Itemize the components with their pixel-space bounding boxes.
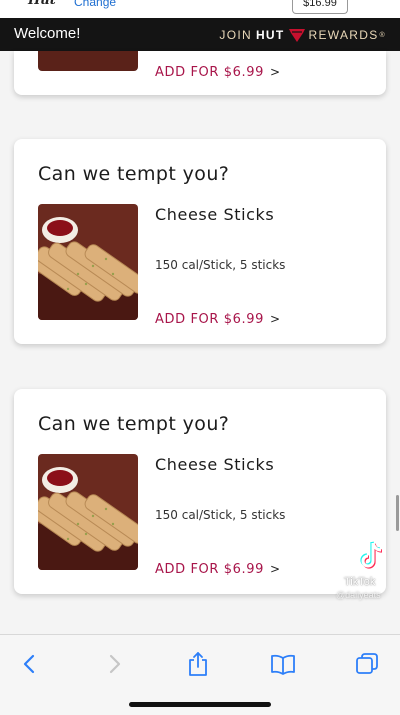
- upsell-card: Can we tempt you? Cheese Sticks 150 cal/…: [14, 389, 386, 594]
- product-name: Cheese Sticks: [155, 205, 275, 224]
- pizza-hut-logo: Hut: [28, 0, 56, 8]
- home-indicator: [129, 702, 271, 707]
- card-title: Can we tempt you?: [38, 413, 230, 435]
- forward-button[interactable]: [100, 649, 130, 679]
- product-name: Cheese Sticks: [155, 455, 275, 474]
- cheese-sticks-image: [38, 204, 138, 320]
- product-image-partial: [38, 51, 138, 71]
- add-to-order-link[interactable]: ADD FOR $6.99 >: [155, 65, 281, 80]
- cart-total-button[interactable]: $16.99: [292, 0, 348, 14]
- card-title: Can we tempt you?: [38, 163, 230, 185]
- bookmarks-icon: [271, 654, 295, 675]
- welcome-text: Welcome!: [14, 25, 81, 42]
- tabs-button[interactable]: [352, 649, 382, 679]
- add-link-text: ADD FOR $6.99: [155, 312, 264, 327]
- chevron-right-icon: >: [269, 65, 281, 79]
- forward-icon: [109, 654, 121, 674]
- add-link-text: ADD FOR $6.99: [155, 65, 264, 80]
- upsell-card-partial: ADD FOR $6.99 >: [14, 51, 386, 95]
- join-rewards-link[interactable]: JOIN HUT REWARDS ®: [219, 27, 386, 43]
- back-button[interactable]: [14, 649, 44, 679]
- tiktok-watermark: TikTok @dailyeats: [336, 540, 396, 604]
- share-button[interactable]: [183, 649, 213, 679]
- product-description: 150 cal/Stick, 5 sticks: [155, 258, 286, 272]
- rewards-header: Welcome! JOIN HUT REWARDS ®: [0, 18, 400, 51]
- rewards-hut-text: HUT: [255, 28, 285, 42]
- add-to-order-link[interactable]: ADD FOR $6.99 >: [155, 562, 281, 577]
- hut-roof-icon: [288, 29, 305, 42]
- bookmarks-button[interactable]: [268, 649, 298, 679]
- back-icon: [23, 654, 35, 674]
- top-partial-header: Hut Change $16.99: [0, 0, 400, 18]
- change-location-link[interactable]: Change: [74, 0, 116, 9]
- cheese-sticks-image: [38, 454, 138, 570]
- chevron-right-icon: >: [269, 312, 281, 326]
- share-icon: [189, 652, 207, 676]
- tabs-icon: [356, 653, 378, 674]
- tiktok-icon: [360, 541, 383, 569]
- add-to-order-link[interactable]: ADD FOR $6.99 >: [155, 312, 281, 327]
- add-link-text: ADD FOR $6.99: [155, 562, 264, 577]
- tiktok-label: TikTok: [344, 576, 376, 588]
- upsell-card: Can we tempt you? Cheese Sticks 150 cal/…: [14, 139, 386, 344]
- chevron-right-icon: >: [269, 562, 281, 576]
- product-description: 150 cal/Stick, 5 sticks: [155, 508, 286, 522]
- rewards-tm: ®: [379, 31, 386, 39]
- rewards-label-text: REWARDS: [308, 28, 379, 42]
- scrollbar-thumb[interactable]: [396, 495, 399, 531]
- tiktok-username: @dailyeats: [336, 590, 381, 600]
- rewards-join-text: JOIN: [219, 28, 252, 42]
